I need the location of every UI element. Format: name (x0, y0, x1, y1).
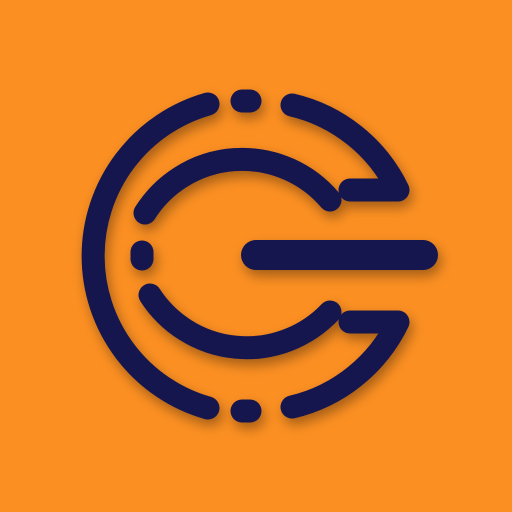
app-icon-canvas (0, 0, 512, 512)
ring-power-logo-icon (0, 0, 512, 512)
